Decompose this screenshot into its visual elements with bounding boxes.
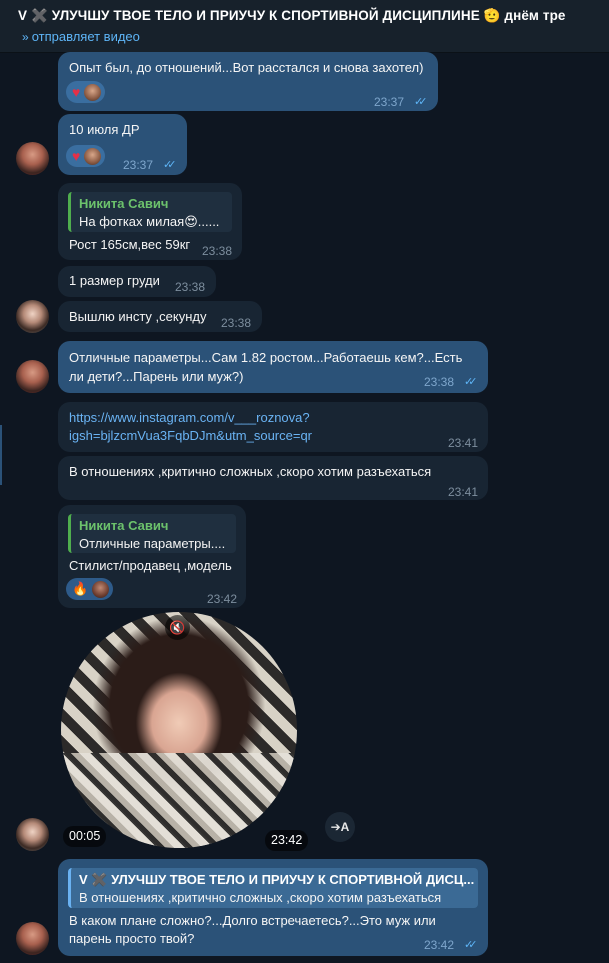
message-text: Вышлю инсту ,секунду (69, 309, 207, 324)
fire-reaction-icon: 🔥 (72, 581, 89, 596)
message-text-line: парень просто твой? (69, 931, 195, 946)
message-text-line: ли дети?...Парень или муж?) (69, 369, 244, 384)
reply-quote[interactable]: Никита Савич На фотках милая😍...... (68, 192, 232, 232)
message-text: Опыт был, до отношений...Вот расстался и… (69, 60, 424, 75)
reactor-avatar (92, 580, 110, 598)
avatar[interactable] (16, 142, 49, 175)
message-text: 10 июля ДР (69, 122, 140, 137)
message-bubble[interactable]: 10 июля ДР ♥ 23:37 ✓✓ (58, 114, 187, 175)
reactor-avatar (84, 83, 102, 101)
message-time: 23:42 (207, 592, 238, 606)
reply-quote[interactable]: V ✖️ УЛУЧШУ ТВОЕ ТЕЛО И ПРИУЧУ К СПОРТИВ… (68, 868, 478, 908)
message-time: 23:41 (448, 485, 479, 499)
video-message[interactable] (61, 612, 297, 848)
double-check-icon: ✓✓ (464, 376, 478, 388)
video-duration: 00:05 (63, 826, 107, 847)
message-bubble[interactable]: 1 размер груди 23:38 (58, 266, 216, 297)
message-bubble[interactable]: Никита Савич Отличные параметры.... Стил… (58, 505, 246, 608)
typing-arrows-icon: » (22, 30, 29, 44)
double-check-icon: ✓✓ (414, 96, 428, 108)
message-time: 23:38 (202, 244, 233, 258)
translate-icon[interactable]: ➔A (325, 812, 355, 842)
message-text: Рост 165см,вес 59кг (69, 237, 191, 252)
instagram-link[interactable]: https://www.instagram.com/v___roznova? (69, 409, 310, 427)
reply-author: Никита Савич (79, 518, 169, 533)
avatar[interactable] (16, 922, 49, 955)
heart-reaction-icon: ♥ (72, 148, 81, 164)
reply-text: Отличные параметры.... (79, 536, 226, 551)
message-bubble[interactable]: Опыт был, до отношений...Вот расстался и… (58, 52, 438, 111)
chat-status: » отправляет видео (22, 29, 140, 44)
heart-reaction-icon: ♥ (72, 84, 81, 100)
message-text: В отношениях ,критично сложных ,скоро хо… (69, 464, 432, 479)
message-bubble[interactable]: Вышлю инсту ,секунду 23:38 (58, 301, 262, 332)
reply-quote[interactable]: Никита Савич Отличные параметры.... (68, 514, 236, 553)
double-check-icon: ✓✓ (163, 159, 177, 171)
reply-author: Никита Савич (79, 196, 169, 211)
video-time: 23:42 (265, 830, 309, 851)
mute-icon[interactable]: 🔇 (165, 615, 190, 640)
message-time: 23:38 (424, 375, 455, 389)
message-time: 23:42 (424, 938, 455, 952)
reactions[interactable]: 🔥 (66, 578, 114, 600)
message-time: 23:41 (448, 436, 479, 450)
selection-indicator (0, 425, 2, 485)
message-text-line: Отличные параметры...Сам 1.82 ростом...Р… (69, 350, 463, 365)
message-bubble[interactable]: V ✖️ УЛУЧШУ ТВОЕ ТЕЛО И ПРИУЧУ К СПОРТИВ… (58, 859, 488, 956)
chat-header[interactable]: V ✖️ УЛУЧШУ ТВОЕ ТЕЛО И ПРИУЧУ К СПОРТИВ… (0, 0, 609, 53)
message-text: Стилист/продавец ,модель (69, 558, 232, 573)
message-time: 23:38 (175, 280, 206, 294)
reply-text: В отношениях ,критично сложных ,скоро хо… (79, 890, 442, 905)
avatar[interactable] (16, 360, 49, 393)
message-bubble[interactable]: Никита Савич На фотках милая😍...... Рост… (58, 183, 242, 260)
reactor-avatar (84, 147, 102, 165)
message-bubble[interactable]: Отличные параметры...Сам 1.82 ростом...Р… (58, 341, 488, 393)
message-text-line: В каком плане сложно?...Долго встречаете… (69, 913, 436, 928)
chat-title: V ✖️ УЛУЧШУ ТВОЕ ТЕЛО И ПРИУЧУ К СПОРТИВ… (18, 8, 566, 23)
avatar[interactable] (16, 818, 49, 851)
reactions[interactable]: ♥ (66, 81, 106, 103)
reply-text: На фотках милая😍...... (79, 214, 220, 229)
message-time: 23:37 (374, 95, 405, 109)
message-time: 23:37 (123, 158, 154, 172)
double-check-icon: ✓✓ (464, 939, 478, 951)
message-time: 23:38 (221, 316, 252, 330)
instagram-link[interactable]: igsh=bjlzcmVua3FqbDJm&utm_source=qr (69, 427, 312, 445)
message-bubble[interactable]: https://www.instagram.com/v___roznova? i… (58, 402, 488, 452)
message-text: 1 размер груди (69, 273, 160, 288)
reactions[interactable]: ♥ (66, 145, 106, 167)
reply-author: V ✖️ УЛУЧШУ ТВОЕ ТЕЛО И ПРИУЧУ К СПОРТИВ… (79, 872, 475, 887)
message-bubble[interactable]: В отношениях ,критично сложных ,скоро хо… (58, 456, 488, 500)
avatar[interactable] (16, 300, 49, 333)
